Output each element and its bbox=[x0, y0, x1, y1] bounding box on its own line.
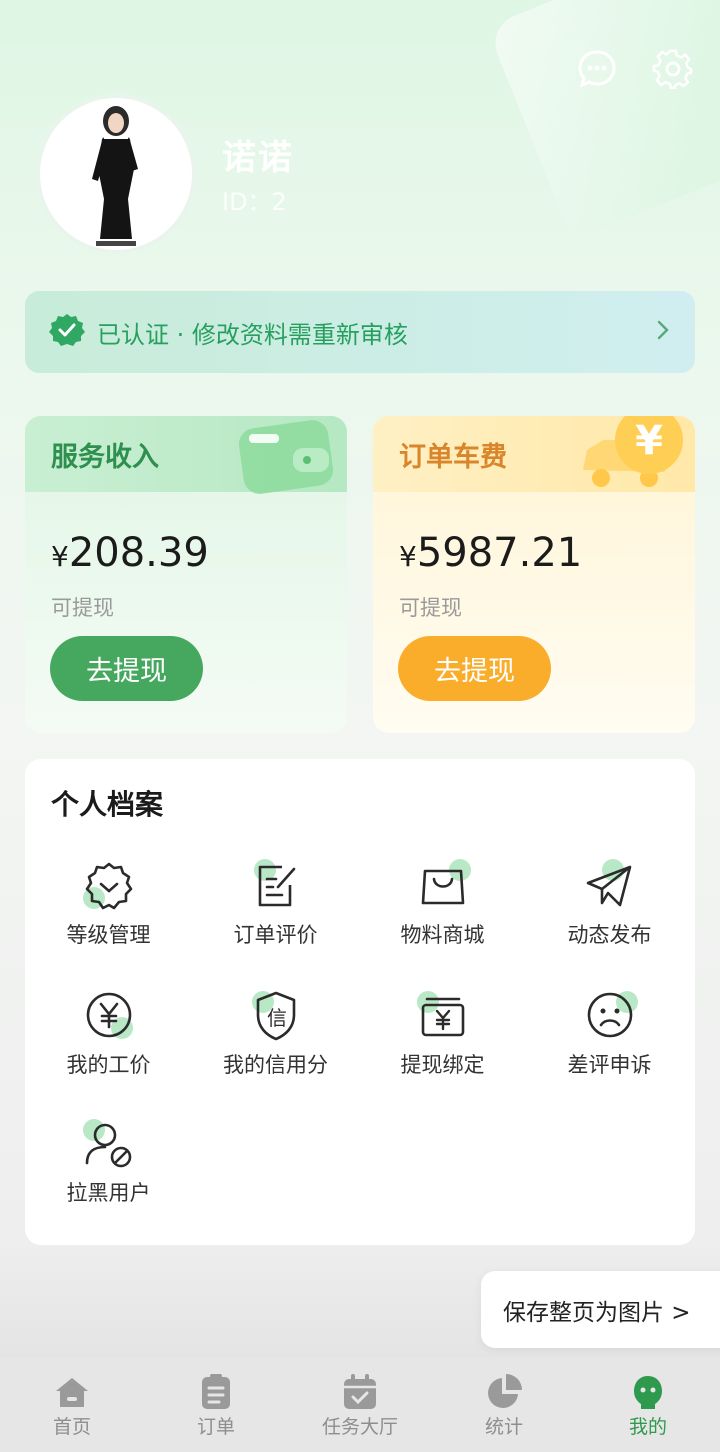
order-fare-amount: ¥5987.21 bbox=[399, 530, 583, 576]
grid-item-order-review[interactable]: 订单评价 bbox=[192, 859, 359, 969]
withdraw-button[interactable]: 去提现 bbox=[50, 636, 203, 701]
settings-icon[interactable] bbox=[652, 48, 694, 90]
section-title: 个人档案 bbox=[51, 788, 164, 821]
level-badge-icon bbox=[81, 859, 137, 915]
grid-item-label: 动态发布 bbox=[567, 923, 652, 947]
user-name: 诺诺 bbox=[222, 138, 294, 178]
avatar-photo bbox=[92, 106, 138, 246]
wallet-icon bbox=[238, 420, 334, 494]
tab-statistics[interactable]: 统计 bbox=[432, 1358, 576, 1452]
personal-profile-panel: 个人档案 等级管理 订单评价 物料商城 动态发布 我的工价 信 我的信用分 提现… bbox=[25, 759, 695, 1245]
header-decoration bbox=[486, 0, 720, 241]
withdrawable-label: 可提现 bbox=[399, 596, 462, 620]
grid-item-label: 提现绑定 bbox=[400, 1053, 485, 1077]
withdrawable-label: 可提现 bbox=[51, 596, 114, 620]
tab-label: 我的 bbox=[628, 1416, 667, 1438]
wallet-yen-icon bbox=[415, 989, 471, 1045]
tab-home[interactable]: 首页 bbox=[0, 1358, 144, 1452]
grid-item-withdraw-binding[interactable]: 提现绑定 bbox=[359, 989, 526, 1099]
tab-task-hall[interactable]: 任务大厅 bbox=[288, 1358, 432, 1452]
calendar-check-icon bbox=[340, 1374, 380, 1410]
tab-orders[interactable]: 订单 bbox=[144, 1358, 288, 1452]
tab-label: 订单 bbox=[196, 1416, 235, 1438]
user-id: ID：2 bbox=[222, 188, 287, 216]
tab-mine[interactable]: 我的 bbox=[576, 1358, 720, 1452]
clipboard-icon bbox=[196, 1374, 236, 1410]
chevron-right-icon bbox=[655, 319, 671, 345]
grid-item-blocked-users[interactable]: 拉黑用户 bbox=[25, 1117, 192, 1227]
grid-item-label: 我的工价 bbox=[66, 1053, 151, 1077]
svg-text:信: 信 bbox=[267, 1006, 287, 1030]
yen-circle-icon bbox=[81, 989, 137, 1045]
grid-item-label: 我的信用分 bbox=[223, 1053, 328, 1077]
shopping-bag-icon bbox=[415, 859, 471, 915]
mine-avatar-icon bbox=[628, 1374, 668, 1410]
review-edit-icon bbox=[248, 859, 304, 915]
message-icon[interactable] bbox=[576, 48, 618, 90]
grid-item-label: 等级管理 bbox=[66, 923, 151, 947]
grid-item-bad-review-appeal[interactable]: 差评申诉 bbox=[526, 989, 693, 1099]
grid-item-material-mall[interactable]: 物料商城 bbox=[359, 859, 526, 969]
verify-status-bar[interactable]: 已认证 · 修改资料需重新审核 bbox=[25, 291, 695, 373]
service-income-card: 服务收入 ¥208.39 可提现 去提现 bbox=[25, 416, 347, 733]
grid-item-my-credit-score[interactable]: 信 我的信用分 bbox=[192, 989, 359, 1099]
grid-item-post-updates[interactable]: 动态发布 bbox=[526, 859, 693, 969]
header-actions bbox=[576, 48, 694, 90]
grid-item-label: 拉黑用户 bbox=[66, 1181, 151, 1205]
car-yen-icon: ¥ bbox=[583, 416, 683, 487]
save-page-as-image-button[interactable]: 保存整页为图片 > bbox=[481, 1271, 720, 1348]
avatar[interactable] bbox=[36, 94, 196, 254]
svg-text:¥: ¥ bbox=[635, 418, 663, 464]
grid-item-label: 差评申诉 bbox=[567, 1053, 652, 1077]
verified-badge-icon bbox=[49, 312, 85, 352]
block-user-icon bbox=[81, 1117, 137, 1173]
tab-label: 任务大厅 bbox=[321, 1416, 398, 1438]
pie-chart-icon bbox=[484, 1374, 524, 1410]
order-fare-card: 订单车费 ¥ ¥5987.21 可提现 去提现 bbox=[373, 416, 695, 733]
verify-status-text: 已认证 · 修改资料需重新审核 bbox=[97, 320, 408, 349]
bottom-tab-bar: 首页 订单 任务大厅 统计 我的 bbox=[0, 1358, 720, 1452]
grid-item-label: 订单评价 bbox=[233, 923, 318, 947]
home-icon bbox=[52, 1374, 92, 1410]
grid-item-level-management[interactable]: 等级管理 bbox=[25, 859, 192, 969]
service-income-amount: ¥208.39 bbox=[51, 530, 209, 576]
tab-label: 统计 bbox=[484, 1416, 523, 1438]
withdraw-button[interactable]: 去提现 bbox=[398, 636, 551, 701]
grid-item-my-rates[interactable]: 我的工价 bbox=[25, 989, 192, 1099]
credit-shield-icon: 信 bbox=[248, 989, 304, 1045]
sad-face-icon bbox=[582, 989, 638, 1045]
grid-item-label: 物料商城 bbox=[400, 923, 485, 947]
paper-plane-icon bbox=[582, 859, 638, 915]
tab-label: 首页 bbox=[52, 1416, 91, 1438]
